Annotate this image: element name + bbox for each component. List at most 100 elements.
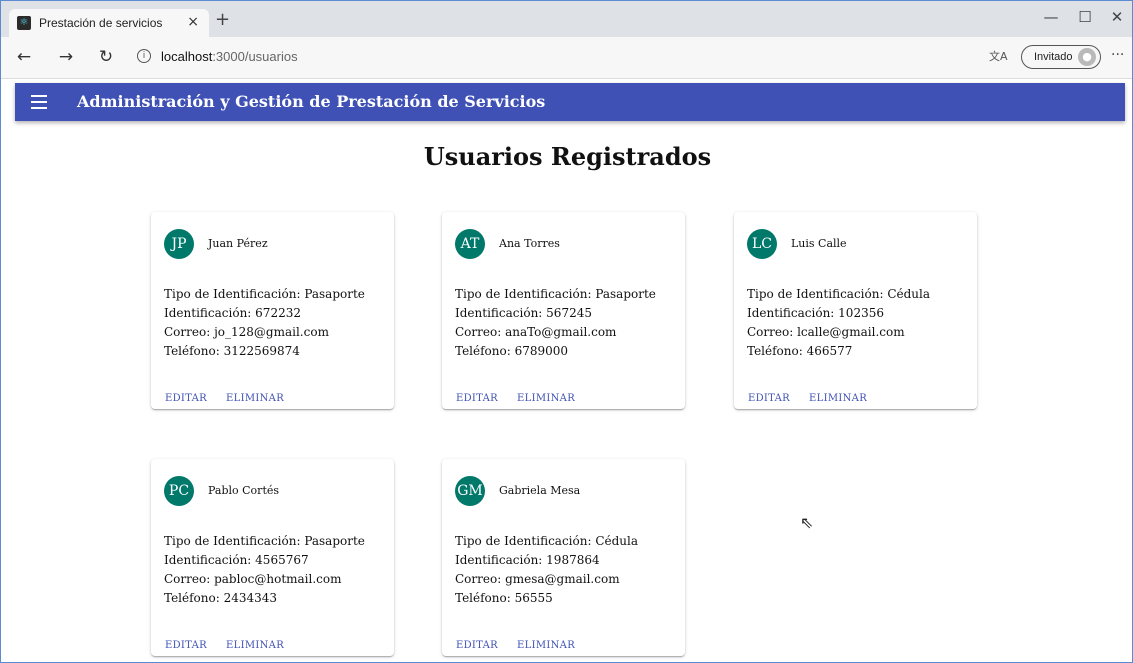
url-path: :3000/usuarios [212,49,298,64]
browser-toolbar: ← → ↻ i localhost:3000/usuarios 文A Invit… [1,37,1132,79]
delete-button[interactable]: ELIMINAR [226,640,284,651]
profile-label: Invitado [1034,51,1073,63]
telefono-label: Teléfono: [164,344,224,358]
telefono-label: Teléfono: [747,344,807,358]
identificacion-row: Identificación: 672232 [164,304,365,323]
tipo-row: Tipo de Identificación: Cédula [455,532,638,551]
user-card: GM Gabriela Mesa Tipo de Identificación:… [442,459,685,656]
user-card: PC Pablo Cortés Tipo de Identificación: … [151,459,394,656]
avatar: GM [455,476,485,506]
forward-icon[interactable]: → [55,47,77,67]
tipo-value: Cédula [595,534,639,548]
telefono-value: 3122569874 [223,344,300,358]
user-name: Gabriela Mesa [499,484,581,497]
avatar-initials: JP [171,236,187,252]
correo-label: Correo: [747,325,798,339]
user-card: JP Juan Pérez Tipo de Identificación: Pa… [151,212,394,409]
edit-button[interactable]: EDITAR [165,393,207,404]
more-options-icon[interactable]: ··· [1111,45,1124,65]
profile-button[interactable]: Invitado ● [1021,45,1101,69]
telefono-label: Teléfono: [164,591,224,605]
user-card: LC Luis Calle Tipo de Identificación: Cé… [734,212,977,409]
identificacion-value: 1987864 [546,553,600,567]
tipo-label: Tipo de Identificación: [164,287,305,301]
profile-avatar-icon: ● [1078,48,1096,66]
close-window-icon[interactable]: ✕ [1097,7,1132,27]
tipo-row: Tipo de Identificación: Cédula [747,285,930,304]
user-details: Tipo de Identificación: Cédula Identific… [455,532,638,608]
identificacion-value: 102356 [838,306,884,320]
edit-button[interactable]: EDITAR [456,393,498,404]
delete-button[interactable]: ELIMINAR [809,393,867,404]
avatar: JP [164,229,194,259]
card-actions: EDITAR ELIMINAR [748,386,881,406]
avatar-initials: PC [168,483,190,499]
delete-button[interactable]: ELIMINAR [226,393,284,404]
menu-icon[interactable] [31,93,47,111]
edit-button[interactable]: EDITAR [748,393,790,404]
identificacion-label: Identificación: [164,306,256,320]
tipo-label: Tipo de Identificación: [747,287,888,301]
telefono-label: Teléfono: [455,344,515,358]
correo-label: Correo: [164,572,215,586]
card-actions: EDITAR ELIMINAR [165,386,298,406]
correo-label: Correo: [455,325,506,339]
card-actions: EDITAR ELIMINAR [456,633,589,653]
edit-button[interactable]: EDITAR [456,640,498,651]
user-details: Tipo de Identificación: Pasaporte Identi… [164,532,365,608]
correo-row: Correo: jo_128@gmail.com [164,323,365,342]
tipo-value: Pasaporte [595,287,656,301]
user-name: Juan Pérez [208,237,268,250]
card-actions: EDITAR ELIMINAR [165,633,298,653]
correo-value: jo_128@gmail.com [214,325,329,339]
edit-button[interactable]: EDITAR [165,640,207,651]
browser-tab[interactable]: ⚛ Prestación de servicios × [9,9,209,37]
identificacion-label: Identificación: [164,553,256,567]
back-icon[interactable]: ← [13,47,35,67]
tipo-label: Tipo de Identificación: [455,534,596,548]
browser-window: ⚛ Prestación de servicios × + — ☐ ✕ ← → … [0,0,1133,663]
app-bar: Administración y Gestión de Prestación d… [15,83,1125,121]
tipo-label: Tipo de Identificación: [455,287,596,301]
delete-button[interactable]: ELIMINAR [517,640,575,651]
url-host: localhost [161,49,213,64]
page-title: Usuarios Registrados [423,142,712,171]
correo-row: Correo: pabloc@hotmail.com [164,570,365,589]
tipo-value: Pasaporte [304,534,365,548]
tipo-value: Pasaporte [304,287,365,301]
site-info-icon[interactable]: i [137,49,151,63]
refresh-icon[interactable]: ↻ [95,47,117,67]
telefono-label: Teléfono: [455,591,515,605]
identificacion-row: Identificación: 1987864 [455,551,638,570]
avatar-initials: LC [751,236,772,252]
user-name: Luis Calle [791,237,847,250]
tab-title: Prestación de servicios [39,16,163,30]
avatar: AT [455,229,485,259]
delete-button[interactable]: ELIMINAR [517,393,575,404]
user-name: Ana Torres [499,237,560,250]
tipo-row: Tipo de Identificación: Pasaporte [164,532,365,551]
correo-row: Correo: anaTo@gmail.com [455,323,656,342]
telefono-row: Teléfono: 3122569874 [164,342,365,361]
user-card: AT Ana Torres Tipo de Identificación: Pa… [442,212,685,409]
user-details: Tipo de Identificación: Cédula Identific… [747,285,930,361]
tipo-row: Tipo de Identificación: Pasaporte [455,285,656,304]
correo-value: pabloc@hotmail.com [214,572,342,586]
identificacion-value: 4565767 [255,553,309,567]
app-title: Administración y Gestión de Prestación d… [77,92,546,111]
user-details: Tipo de Identificación: Pasaporte Identi… [455,285,656,361]
telefono-row: Teléfono: 6789000 [455,342,656,361]
tab-close-icon[interactable]: × [187,14,199,30]
telefono-value: 2434343 [223,591,278,605]
correo-row: Correo: gmesa@gmail.com [455,570,638,589]
avatar-initials: AT [460,236,480,252]
address-bar[interactable]: localhost:3000/usuarios [161,48,298,66]
identificacion-label: Identificación: [455,553,547,567]
user-name: Pablo Cortés [208,484,280,497]
identificacion-row: Identificación: 102356 [747,304,930,323]
avatar-initials: GM [457,483,483,499]
identificacion-value: 567245 [546,306,592,320]
card-actions: EDITAR ELIMINAR [456,386,589,406]
translate-icon[interactable]: 文A [989,49,1008,65]
new-tab-icon[interactable]: + [215,10,230,30]
